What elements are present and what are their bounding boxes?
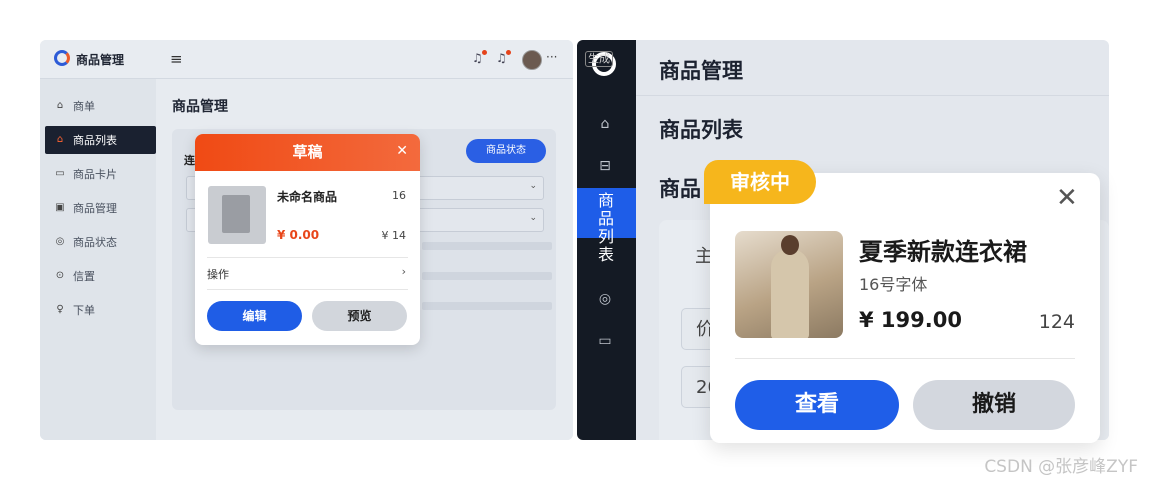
sidebar: ⌂ 商单 ⌂ 商品列表 ▭ 商品卡片 ▣ 商品管理 ◎ 商品状态 ⊙ 信置 ♀ 下单	[40, 79, 156, 440]
status-badge: 审核中	[704, 160, 816, 204]
file-icon	[222, 195, 250, 233]
model-figure	[771, 249, 809, 338]
product-count: 124	[1038, 311, 1075, 333]
sidebar-item-label: 商品列表	[73, 134, 117, 147]
menu-toggle-icon[interactable]: ≡	[170, 50, 183, 68]
top-bar: 商品管理 ≡ ♫ ♫ ···	[40, 40, 573, 79]
header-title: 商品管理	[659, 59, 743, 83]
avatar[interactable]	[522, 50, 542, 70]
product-name: 夏季新款连衣裙	[859, 238, 1027, 266]
home-icon: ⌂	[56, 100, 64, 111]
sidebar-item-label: 商品状态	[73, 236, 117, 249]
close-icon[interactable]: ✕	[396, 143, 408, 159]
model-head	[781, 235, 799, 255]
revoke-button[interactable]: 撤销	[913, 380, 1075, 430]
chevron-down-icon: ⌄	[529, 213, 537, 223]
product-price: ¥ 199.00	[859, 308, 962, 332]
notification-dot	[482, 50, 487, 55]
page-title: 商品管理	[172, 99, 228, 115]
divider	[207, 257, 408, 258]
sidebar-item-label: 商单	[73, 100, 95, 113]
more-icon[interactable]: ···	[546, 50, 557, 64]
product-name: 未命名商品	[277, 190, 338, 204]
logo-text: 生成	[585, 51, 613, 67]
sidebar-item-label: 下单	[73, 304, 95, 317]
divider	[207, 289, 408, 290]
view-button[interactable]: 查看	[735, 380, 899, 430]
sidebar-item[interactable]: ◎ 商品状态	[45, 228, 156, 256]
home-icon[interactable]: ⌂	[596, 115, 614, 133]
user-icon: ♀	[56, 304, 64, 315]
partial-title: 商品	[659, 177, 701, 201]
product-price: ¥ 0.00	[277, 228, 320, 242]
font-size-value: 16	[392, 189, 406, 202]
sidebar-item[interactable]: ▣ 商品管理	[45, 194, 156, 222]
sidebar-item-label[interactable]: 商品列表	[597, 192, 615, 264]
app-title: 商品管理	[76, 53, 125, 67]
box-icon: ▣	[55, 202, 65, 213]
app-logo-icon	[54, 50, 70, 66]
sidebar-item-label: 商品管理	[73, 202, 117, 215]
sidebar-item[interactable]: ⌂ 商品列表	[45, 126, 156, 154]
popup-title: 草稿	[292, 143, 323, 161]
actions-label[interactable]: 操作	[207, 266, 229, 282]
product-subtitle: 16号字体	[859, 275, 928, 294]
product-thumbnail	[208, 186, 266, 244]
status-icon[interactable]: ◎	[596, 290, 614, 308]
draft-popup: 草稿 ✕ 未命名商品 16 ¥ 0.00 ¥ 14 操作 › 编辑 预览	[195, 134, 420, 345]
skeleton-line	[422, 272, 552, 280]
sidebar-item-label: 商品卡片	[73, 168, 117, 181]
sidebar-item[interactable]: ♀ 下单	[45, 296, 156, 324]
secondary-value: ¥ 14	[381, 229, 407, 242]
edit-button[interactable]: 编辑	[207, 301, 302, 331]
chevron-down-icon: ⌄	[529, 181, 537, 191]
status-icon: ◎	[55, 236, 65, 247]
home-icon: ⌂	[56, 134, 64, 145]
message-dot	[506, 50, 511, 55]
preview-button[interactable]: 预览	[312, 301, 407, 331]
sidebar-item[interactable]: ▭ 商品卡片	[45, 160, 156, 188]
skeleton-line	[422, 242, 552, 250]
chevron-right-icon[interactable]: ›	[402, 265, 406, 278]
sidebar-item-label: 信置	[73, 270, 95, 283]
settings-icon: ⊙	[55, 270, 65, 281]
sidebar-item[interactable]: ⊙ 信置	[45, 262, 156, 290]
section-title: 商品列表	[659, 118, 743, 142]
divider	[735, 358, 1075, 359]
watermark: CSDN @张彦峰ZYF	[984, 457, 1138, 477]
dark-sidebar: 生成 ⌂ ⊟ 商品列表 ◎ ▭	[577, 40, 636, 440]
card-label: 连	[184, 154, 195, 167]
review-popup: 夏季新款连衣裙 16号字体 ¥ 199.00 124 查看 撤销	[710, 173, 1100, 443]
box-icon[interactable]: ⊟	[596, 157, 614, 175]
monitor-icon[interactable]: ▭	[596, 332, 614, 350]
divider	[636, 95, 1109, 96]
sidebar-item[interactable]: ⌂ 商单	[45, 92, 156, 120]
close-icon[interactable]: ✕	[1056, 183, 1078, 213]
card-icon: ▭	[55, 168, 65, 179]
skeleton-line	[422, 302, 552, 310]
product-image	[735, 231, 843, 338]
product-status-button[interactable]: 商品状态	[466, 139, 546, 163]
